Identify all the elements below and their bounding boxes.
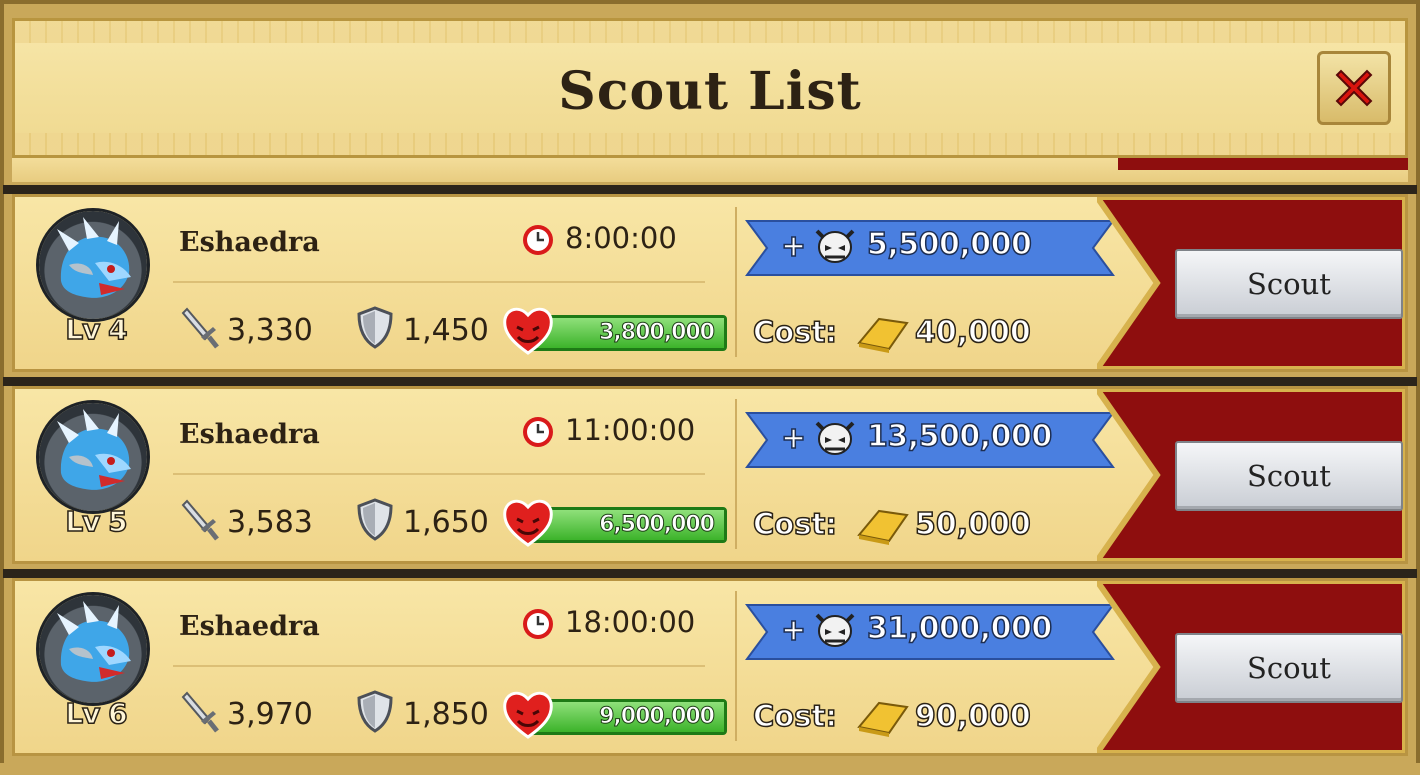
dragon-avatar [39,211,147,319]
reward-value: 5,500,000 [866,226,1032,263]
reward-value: 31,000,000 [866,610,1053,647]
cost-value: 50,000 [914,506,1031,543]
monster-name: Eshaedra [179,227,320,258]
header-pattern-top [15,21,1405,43]
shield-icon [357,690,393,733]
defense-value: 1,850 [403,697,489,732]
row-divider [173,665,705,667]
defense-value: 1,650 [403,505,489,540]
hp-value: 6,500,000 [599,512,716,538]
sword-icon [181,307,219,349]
scout-timer: 11:00:00 [565,413,696,447]
cost-label: Cost: [752,506,837,542]
skull-icon [815,613,855,647]
cost-label: Cost: [752,698,837,734]
row-divider [173,281,705,283]
scout-row: Lv 5 Eshaedra 11:00:00 3,583 1,650 6,500… [3,377,1417,564]
previous-row-banner-edge [1118,158,1408,170]
reward-value: 13,500,000 [866,418,1053,455]
scout-timer: 18:00:00 [565,605,696,639]
cost-value: 40,000 [914,314,1031,351]
scout-button[interactable]: Scout [1175,249,1403,319]
attack-value: 3,583 [227,505,313,540]
cost-value: 90,000 [914,698,1031,735]
skull-icon [815,229,855,263]
sword-icon [181,691,219,733]
gold-bar-icon [857,509,909,545]
column-divider [735,399,737,549]
reward-plus: + [780,420,807,457]
page-title: Scout List [558,61,862,122]
column-divider [735,591,737,741]
scout-row: Lv 4 Eshaedra 8:00:00 3,330 1,450 3,800,… [3,185,1417,372]
scout-button[interactable]: Scout [1175,633,1403,703]
cost-label: Cost: [752,314,837,350]
heart-icon [503,307,553,355]
level-label: Lv 4 [65,312,129,347]
shield-icon [357,306,393,349]
reward-ribbon: + 31,000,000 [745,603,1115,661]
close-icon [1335,69,1373,107]
column-divider [735,207,737,357]
attack-value: 3,330 [227,313,313,348]
dragon-avatar [39,403,147,511]
sword-icon [181,499,219,541]
level-label: Lv 6 [65,696,129,731]
clock-icon [523,609,553,639]
scout-button[interactable]: Scout [1175,441,1403,511]
gold-bar-icon [857,317,909,353]
clock-icon [523,417,553,447]
scout-timer: 8:00:00 [565,221,677,255]
reward-plus: + [780,612,807,649]
defense-value: 1,450 [403,313,489,348]
hp-value: 3,800,000 [599,320,716,346]
reward-ribbon: + 5,500,000 [745,219,1115,277]
header-panel: Scout List [12,18,1408,158]
heart-icon [503,691,553,739]
reward-plus: + [780,228,807,265]
gold-bar-icon [857,701,909,737]
reward-ribbon: + 13,500,000 [745,411,1115,469]
previous-row-edge [12,158,1408,182]
window-bottom-edge [0,763,1420,775]
hp-value: 9,000,000 [599,704,716,730]
clock-icon [523,225,553,255]
header-pattern-bottom [15,133,1405,155]
shield-icon [357,498,393,541]
level-label: Lv 5 [65,504,129,539]
close-button[interactable] [1317,51,1391,125]
monster-name: Eshaedra [179,611,320,642]
skull-icon [815,421,855,455]
heart-icon [503,499,553,547]
scout-row: Lv 6 Eshaedra 18:00:00 3,970 1,850 9,000… [3,569,1417,756]
attack-value: 3,970 [227,697,313,732]
dragon-avatar [39,595,147,703]
monster-name: Eshaedra [179,419,320,450]
row-divider [173,473,705,475]
